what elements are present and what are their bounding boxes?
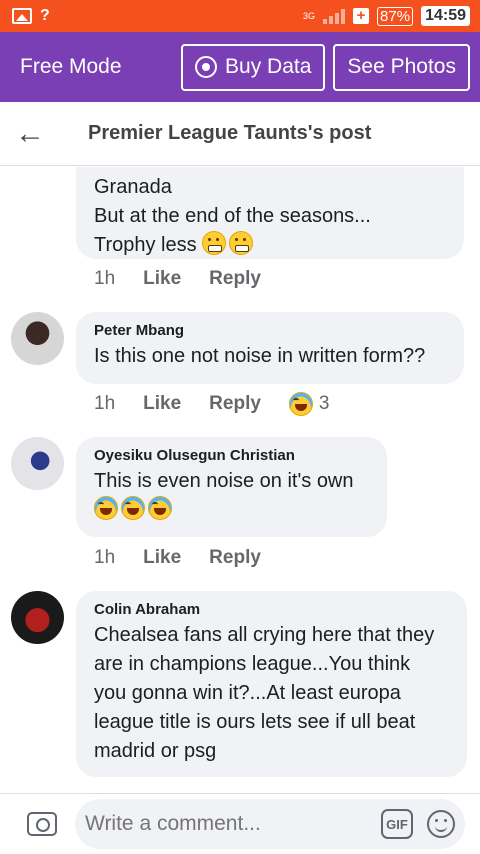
see-photos-label: See Photos [347, 55, 456, 78]
commenter-name[interactable]: Colin Abraham [94, 601, 449, 618]
comment-line: madrid or psg [94, 740, 217, 762]
gallery-notification-icon [12, 8, 32, 24]
battery-percent: 87% [377, 6, 414, 26]
like-button[interactable]: Like [143, 547, 181, 569]
back-arrow-icon[interactable]: ← [0, 117, 66, 151]
camera-icon[interactable] [27, 812, 57, 836]
status-bar: ? 3G + 87% 14:59 [0, 0, 480, 32]
reply-button[interactable]: Reply [209, 393, 261, 415]
comment-line: are in champions league...You think [94, 653, 411, 675]
gif-icon[interactable]: GIF [381, 809, 413, 839]
comment-bubble[interactable]: Oyesiku Olusegun Christian This is even … [76, 437, 387, 537]
status-left: ? [12, 7, 50, 25]
post-header: ← Premier League Taunts's post [0, 102, 480, 166]
free-mode-label: Free Mode [20, 55, 122, 78]
comment-text: This is even noise on it's own [94, 470, 354, 492]
page-title: Premier League Taunts's post [88, 122, 372, 144]
avatar[interactable] [11, 591, 64, 644]
comment-line: Granada [94, 176, 172, 198]
comment-text: Is this one not noise in written form?? [94, 345, 426, 367]
free-mode-bar: Free Mode Buy Data See Photos [0, 32, 480, 102]
buy-data-button[interactable]: Buy Data [181, 43, 326, 91]
battery-plus-icon: + [353, 8, 370, 24]
buy-data-label: Buy Data [225, 55, 312, 78]
emoji-picker-icon[interactable] [427, 810, 455, 838]
avatar[interactable] [11, 437, 64, 490]
avatar[interactable] [11, 312, 64, 365]
comment-emojis [94, 496, 369, 525]
reaction-count: 3 [318, 393, 330, 414]
signal-bars-icon [323, 8, 346, 24]
like-button[interactable]: Like [143, 393, 181, 415]
grimacing-face-icon [202, 231, 227, 255]
reaction-summary[interactable]: 3 [288, 392, 330, 416]
reply-button[interactable]: Reply [209, 547, 261, 569]
comment-line: league title is ours lets see if ull bea… [94, 711, 416, 733]
comment-line: Chealsea fans all crying here that they [94, 624, 435, 646]
comment-line: Trophy less [94, 231, 446, 260]
tears-of-joy-icon [148, 496, 172, 520]
tears-of-joy-icon [121, 496, 145, 520]
comment-line-text: Trophy less [94, 234, 197, 256]
comment-time: 1h [94, 268, 116, 289]
comment-time: 1h [94, 393, 116, 414]
comment-composer: GIF [0, 793, 480, 854]
like-button[interactable]: Like [143, 268, 181, 290]
comment-actions: 1h Like Reply [94, 547, 289, 569]
comment-bubble[interactable]: Granada But at the end of the seasons...… [76, 167, 464, 259]
tears-of-joy-icon [94, 496, 118, 520]
commenter-name[interactable]: Oyesiku Olusegun Christian [94, 447, 369, 464]
network-type: 3G [303, 10, 316, 21]
comment-time: 1h [94, 547, 116, 568]
comment-line: But at the end of the seasons... [94, 205, 371, 227]
reply-button[interactable]: Reply [209, 268, 261, 290]
commenter-name[interactable]: Peter Mbang [94, 322, 446, 339]
broadcast-icon [195, 56, 218, 78]
comment-bubble[interactable]: Colin Abraham Chealsea fans all crying h… [76, 591, 467, 777]
clock: 14:59 [421, 6, 470, 26]
see-photos-button[interactable]: See Photos [333, 43, 470, 91]
comment-actions: 1h Like Reply 3 [94, 392, 330, 416]
comment-input[interactable] [85, 812, 381, 836]
comment-bubble[interactable]: Peter Mbang Is this one not noise in wri… [76, 312, 464, 384]
grimacing-face-icon [229, 231, 254, 255]
status-right: 3G + 87% 14:59 [303, 6, 470, 26]
no-signal-icon: ? [40, 7, 50, 24]
comment-input-box[interactable]: GIF [75, 799, 465, 849]
comment-actions: 1h Like Reply [94, 268, 289, 290]
laughing-face-icon [288, 392, 313, 416]
comments-list[interactable]: Granada But at the end of the seasons...… [0, 167, 480, 793]
comment-line: you gonna win it?...At least europa [94, 682, 401, 704]
